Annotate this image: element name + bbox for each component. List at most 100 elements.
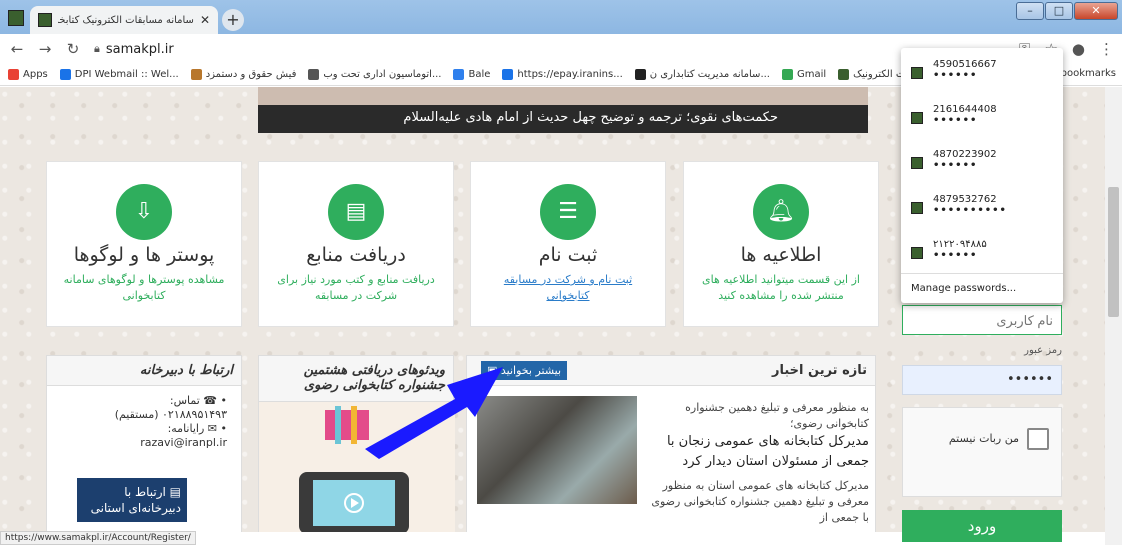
saved-password-mask: •••••• — [933, 115, 978, 126]
manage-passwords-link[interactable]: Manage passwords... — [901, 273, 1063, 303]
bookmark-item[interactable]: https://epay.iranins... — [502, 69, 623, 80]
banner-caption[interactable]: حکمت‌های نقوی؛ ترجمه و توضیح چهل حدیث از… — [258, 105, 868, 133]
saved-password-mask: •••••••••• — [933, 205, 1007, 216]
saved-password-item[interactable]: ۲۱۲۲۰۹۴۸۸۵ •••••• — [901, 228, 1063, 273]
app-icon — [8, 10, 24, 26]
news-text[interactable]: به منظور معرفی و تبلیغ دهمین جشنواره کتا… — [647, 400, 869, 526]
bookmark-label: فیش حقوق و دستمزد — [205, 69, 297, 80]
tab-title: سامانه مسابقات الکترونیک کتابخوانی — [58, 14, 194, 26]
mail-icon: ✉ — [207, 422, 217, 435]
card-title: دریافت منابع — [306, 244, 406, 266]
bookmark-label: DPI Webmail :: Wel... — [74, 69, 179, 80]
news-headline[interactable]: مدیرکل کتابخانه های عمومی زنجان با جمعی … — [647, 432, 869, 472]
card-title: پوستر ها و لوگوها — [73, 244, 215, 266]
username-input[interactable] — [902, 305, 1062, 335]
saved-password-item[interactable]: 4870223902 •••••• — [901, 138, 1063, 183]
browser-tab[interactable]: سامانه مسابقات الکترونیک کتابخوانی ✕ — [30, 6, 218, 34]
bookmark-icon — [781, 69, 793, 80]
site-favicon-icon — [911, 67, 923, 79]
email-address[interactable]: razavi@iranpl.ir — [55, 436, 227, 450]
bookmark-label: https://epay.iranins... — [517, 69, 623, 80]
menu-dots-icon[interactable]: ⋮ — [1099, 40, 1114, 58]
saved-password-item[interactable]: 4879532762 •••••••••• — [901, 183, 1063, 228]
status-bar-url: https://www.samakpl.ir/Account/Register/ — [0, 531, 196, 545]
saved-username: 4870223902 — [933, 149, 997, 160]
bookmark-item[interactable]: Apps — [8, 69, 48, 80]
card-announcements[interactable]: 🔔︎ اطلاعیه ها از این قسمت میتوانید اطلاع… — [683, 161, 879, 327]
register-icon: ☰ — [540, 184, 596, 240]
site-favicon-icon — [911, 157, 923, 169]
contact-heading: ارتباط با دبیرخانه — [47, 356, 241, 386]
recaptcha-label: من ربات نیستم — [948, 432, 1019, 445]
bookmark-icon — [634, 69, 646, 80]
bookmark-item[interactable]: فیش حقوق و دستمزد — [190, 69, 297, 80]
saved-passwords-dropdown: 4590516667 •••••• 2161644408 •••••• 48702239… — [901, 48, 1063, 303]
news-body: مدیرکل کتابخانه های عمومی استان به منظور… — [651, 479, 869, 524]
phone-icon: ☎ — [203, 394, 217, 407]
email-label: رایانامه: — [167, 422, 205, 435]
page-scrollbar[interactable] — [1105, 87, 1122, 545]
saved-password-mask: •••••• — [933, 160, 978, 171]
saved-username: ۲۱۲۲۰۹۴۸۸۵ — [933, 239, 987, 250]
bell-icon: 🔔︎ — [753, 184, 809, 240]
blue-arrow-annotation — [365, 367, 503, 459]
books-icon: ▤ — [328, 184, 384, 240]
card-register[interactable]: ☰ ثبت نام ثبت نام و شرکت در مسابقه کتابخ… — [470, 161, 666, 327]
card-desc: از این قسمت میتوانید اطلاعیه های منتشر ش… — [702, 273, 860, 302]
login-button[interactable]: ورود — [902, 510, 1062, 542]
card-title: ثبت نام — [538, 244, 598, 266]
maximize-button[interactable]: □ — [1045, 2, 1073, 20]
contact-panel: ارتباط با دبیرخانه • ☎ تماس: ۰۲۱۸۸۹۵۱۴۹۳… — [46, 355, 242, 532]
register-link[interactable]: ثبت نام و شرکت در مسابقه کتابخوانی — [471, 266, 665, 304]
reload-icon[interactable]: ↻ — [62, 40, 84, 58]
card-desc: مشاهده پوسترها و لوگوهای سامانه کتابخوان… — [63, 273, 225, 302]
scrollbar-thumb[interactable] — [1108, 187, 1119, 317]
bookmark-label: Gmail — [796, 69, 827, 80]
bookmark-item[interactable]: Bale — [453, 69, 490, 80]
phone-number: ۰۲۱۸۸۹۵۱۴۹۳ (مستقیم) — [114, 408, 227, 421]
address-bar[interactable]: 🔒︎ samakpl.ir — [94, 42, 174, 57]
bookmark-icon — [308, 69, 320, 80]
bookmark-item[interactable]: اتوماسیون اداری تحت وب... — [308, 69, 441, 80]
card-desc: دریافت منابع و کتب مورد نیاز برای شرکت د… — [277, 273, 435, 302]
password-input[interactable]: •••••• — [902, 365, 1062, 395]
saved-password-mask: •••••• — [933, 250, 978, 261]
bookmark-icon — [502, 69, 514, 80]
bookmark-item[interactable]: سامانه مدیریت کتابداری ن... — [634, 69, 770, 80]
window-close-button[interactable]: ✕ — [1074, 2, 1118, 20]
bookmark-label: Bale — [468, 69, 491, 80]
url-text: samakpl.ir — [105, 41, 174, 57]
card-title: اطلاعیه ها — [740, 244, 822, 266]
bookmark-icon — [453, 69, 465, 80]
minimize-button[interactable]: – — [1016, 2, 1044, 20]
recaptcha-checkbox[interactable] — [1027, 428, 1049, 450]
forward-arrow-icon[interactable]: → — [34, 40, 56, 58]
back-arrow-icon[interactable]: ← — [6, 40, 28, 58]
bookmark-label: سامانه مدیریت کتابداری ن... — [649, 69, 770, 80]
profile-icon[interactable]: ● — [1072, 40, 1085, 58]
saved-password-item[interactable]: 4590516667 •••••• — [901, 48, 1063, 93]
card-resources[interactable]: ▤ دریافت منابع دریافت منابع و کتب مورد ن… — [258, 161, 454, 327]
phone-label: تماس: — [169, 394, 200, 407]
saved-password-mask: •••••• — [933, 70, 978, 81]
bookmark-label: Apps — [23, 69, 48, 80]
saved-password-item[interactable]: 2161644408 •••••• — [901, 93, 1063, 138]
bookmark-item[interactable]: DPI Webmail :: Wel... — [59, 69, 179, 80]
card-posters[interactable]: ⇩ پوستر ها و لوگوها مشاهده پوسترها و لوگ… — [46, 161, 242, 327]
new-tab-button[interactable]: + — [222, 9, 244, 31]
bookmark-icon — [8, 69, 19, 80]
tab-close-icon[interactable]: ✕ — [200, 13, 210, 27]
news-intro: به منظور معرفی و تبلیغ دهمین جشنواره کتا… — [685, 401, 869, 430]
bookmark-icon — [190, 69, 202, 80]
tab-favicon-icon — [38, 13, 52, 27]
banner-image[interactable] — [258, 87, 868, 105]
lock-icon: 🔒︎ — [94, 42, 100, 55]
site-favicon-icon — [911, 202, 923, 214]
window-controls: – □ ✕ — [1016, 2, 1118, 20]
news-panel: تازه ترین اخبار ▣ بیشتر بخوانید به منظور… — [466, 355, 876, 532]
window-titlebar: سامانه مسابقات الکترونیک کتابخوانی ✕ + –… — [0, 0, 1122, 34]
bookmark-icon — [838, 69, 850, 80]
contact-province-button[interactable]: ▤ ارتباط با دبیرخانه‌ای استانی — [77, 478, 187, 522]
card-icon: ▤ — [165, 485, 181, 499]
bookmark-item[interactable]: Gmail — [781, 69, 827, 80]
